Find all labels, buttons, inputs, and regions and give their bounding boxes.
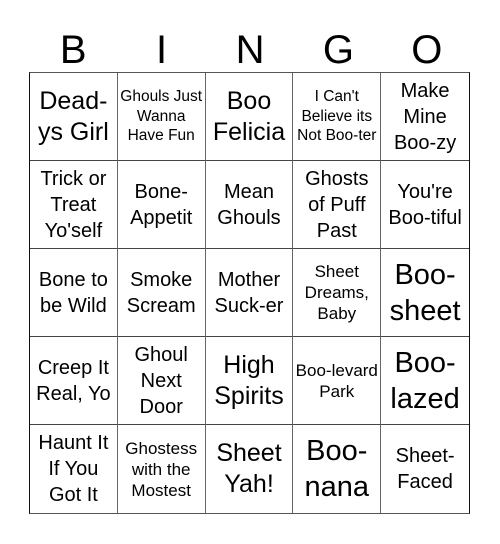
- bingo-cell[interactable]: I Can't Believe its Not Boo-ter: [293, 73, 382, 161]
- header-letter-n: N: [235, 28, 265, 72]
- bingo-cell[interactable]: Dead-ys Girl: [30, 73, 118, 161]
- bingo-cell-text: Sheet Yah!: [216, 439, 282, 498]
- bingo-cell[interactable]: Ghosts of Puff Past: [293, 161, 382, 249]
- bingo-cell-text: Bone to be Wild: [38, 268, 108, 317]
- bingo-cell-text: Ghouls Just Wanna Have Fun: [120, 88, 203, 145]
- bingo-cell-text: Sheet-Faced: [395, 445, 455, 493]
- bingo-cell-text: Boo-sheet: [389, 258, 461, 327]
- bingo-cell-text: Mother Suck-er: [214, 268, 284, 317]
- bingo-cell[interactable]: Sheet Dreams, Baby: [293, 249, 382, 337]
- bingo-cell-text: Boo-lazed: [390, 346, 460, 415]
- bingo-cell[interactable]: Trick or Treat Yo'self: [30, 161, 118, 249]
- bingo-cell-text: Boo Felicia: [212, 86, 286, 146]
- bingo-cell-text: Trick or Treat Yo'self: [40, 167, 107, 242]
- bingo-cell-text: Mean Ghouls: [217, 180, 281, 229]
- bingo-cell[interactable]: You're Boo-tiful: [381, 161, 469, 249]
- bingo-cell[interactable]: Ghoul Next Door: [117, 337, 206, 425]
- bingo-cell-text: Make Mine Boo-zy: [393, 79, 457, 154]
- bingo-header: B I N G O: [29, 28, 471, 72]
- bingo-cell[interactable]: Boo-levard Park: [293, 337, 382, 425]
- bingo-cell-text: Ghosts of Puff Past: [305, 167, 369, 242]
- header-letter-g: G: [322, 28, 354, 72]
- bingo-grid: Dead-ys Girl Ghouls Just Wanna Have Fun Bo…: [29, 72, 470, 514]
- header-letter-o: O: [411, 28, 443, 72]
- bingo-cell[interactable]: Bone to be Wild: [30, 249, 118, 337]
- bingo-cell[interactable]: Ghouls Just Wanna Have Fun: [117, 73, 206, 161]
- bingo-cell[interactable]: Bone-Appetit: [117, 161, 206, 249]
- bingo-cell-text: Haunt It If You Got It: [38, 432, 109, 506]
- bingo-cell[interactable]: Haunt It If You Got It: [30, 425, 118, 513]
- bingo-cell[interactable]: Boo-lazed: [381, 337, 469, 425]
- bingo-cell[interactable]: Mother Suck-er: [205, 249, 294, 337]
- bingo-cell-text: Dead-ys Girl: [37, 86, 109, 146]
- bingo-cell-text: Boo-nana: [304, 435, 370, 503]
- bingo-cell[interactable]: Ghostess with the Mostest: [118, 425, 206, 513]
- bingo-cell-text: Smoke Scream: [126, 268, 196, 317]
- bingo-cell-text: You're Boo-tiful: [388, 180, 462, 229]
- bingo-cell[interactable]: Mean Ghouls: [205, 161, 294, 249]
- bingo-cell-text: High Spirits: [214, 350, 284, 410]
- header-letter-i: I: [156, 28, 168, 72]
- bingo-cell-text: Creep It Real, Yo: [36, 356, 111, 405]
- bingo-cell[interactable]: Smoke Scream: [117, 249, 206, 337]
- bingo-cell[interactable]: Sheet-Faced: [381, 425, 469, 513]
- bingo-cell[interactable]: Sheet Yah!: [206, 425, 294, 513]
- bingo-cell-text: Boo-levard Park: [295, 360, 378, 401]
- bingo-cell-text: Sheet Dreams, Baby: [304, 262, 369, 323]
- bingo-cell[interactable]: Make Mine Boo-zy: [381, 73, 469, 161]
- bingo-cell[interactable]: Boo-sheet: [381, 249, 469, 337]
- bingo-cell[interactable]: Creep It Real, Yo: [30, 337, 118, 425]
- bingo-cell-text: I Can't Believe its Not Boo-ter: [297, 88, 377, 145]
- bingo-cell-text: Ghoul Next Door: [134, 343, 188, 418]
- bingo-cell[interactable]: High Spirits: [205, 337, 294, 425]
- bingo-cell-text: Ghostess with the Mostest: [125, 438, 198, 500]
- header-letter-b: B: [59, 28, 87, 72]
- bingo-cell[interactable]: Boo Felicia: [205, 73, 294, 161]
- bingo-cell-text: Bone-Appetit: [130, 180, 193, 229]
- bingo-cell[interactable]: Boo-nana: [293, 425, 382, 513]
